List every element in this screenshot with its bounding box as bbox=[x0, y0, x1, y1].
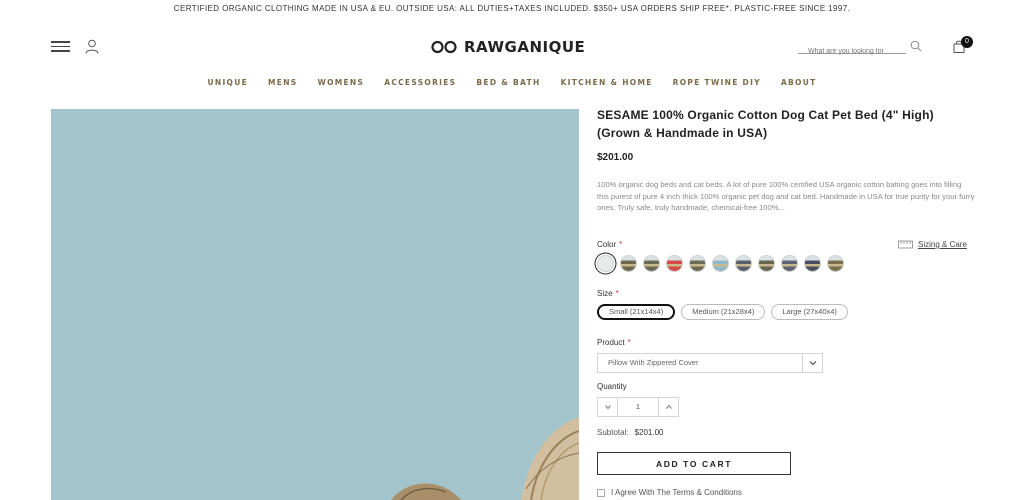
search-icon[interactable] bbox=[910, 40, 922, 52]
nav-item-womens[interactable]: WOMENS bbox=[318, 78, 365, 87]
nav-item-accessories[interactable]: ACCESSORIES bbox=[384, 78, 456, 87]
nav-item-kitchen-home[interactable]: KITCHEN & HOME bbox=[561, 78, 653, 87]
color-swatch[interactable] bbox=[781, 255, 798, 272]
cart-count-badge: 0 bbox=[961, 36, 973, 48]
chevron-up-icon bbox=[665, 404, 672, 409]
color-swatch[interactable] bbox=[689, 255, 706, 272]
size-option-large[interactable]: Large (27x40x4) bbox=[771, 304, 848, 320]
size-option-medium[interactable]: Medium (21x28x4) bbox=[681, 304, 766, 320]
color-label: Color * bbox=[597, 240, 622, 249]
chevron-down-icon bbox=[802, 354, 822, 372]
hamburger-menu-icon[interactable] bbox=[51, 41, 70, 52]
quantity-increase-button[interactable] bbox=[658, 398, 678, 416]
main-nav: UNIQUE MENS WOMENS ACCESSORIES BED & BAT… bbox=[0, 78, 1024, 87]
nav-item-mens[interactable]: MENS bbox=[268, 78, 297, 87]
site-logo[interactable]: RAWGANIQUE bbox=[430, 37, 585, 57]
color-swatch[interactable] bbox=[804, 255, 821, 272]
terms-agreement[interactable]: I Agree With The Terms & Conditions bbox=[597, 488, 742, 497]
product-label-text: Product bbox=[597, 338, 625, 347]
subtotal-label: Subtotal: bbox=[597, 428, 629, 437]
color-swatch[interactable] bbox=[597, 255, 614, 272]
product-description: 100% organic dog beds and cat beds. A lo… bbox=[597, 180, 975, 212]
nav-item-rope-twine-diy[interactable]: ROPE TWINE DIY bbox=[673, 78, 761, 87]
product-price: $201.00 bbox=[597, 152, 634, 163]
search-field[interactable] bbox=[798, 38, 906, 59]
product-select-value: Pillow With Zippered Cover bbox=[608, 358, 699, 367]
quantity-label: Quantity bbox=[597, 382, 627, 391]
size-label-text: Size bbox=[597, 289, 613, 298]
subtotal-value: $201.00 bbox=[634, 428, 664, 437]
color-swatch[interactable] bbox=[712, 255, 729, 272]
product-label: Product * bbox=[597, 338, 631, 347]
quantity-decrease-button[interactable] bbox=[598, 398, 618, 416]
ruler-icon bbox=[898, 240, 913, 249]
subtotal: Subtotal: $201.00 bbox=[597, 428, 664, 437]
color-swatch[interactable] bbox=[620, 255, 637, 272]
nav-item-bed-bath[interactable]: BED & BATH bbox=[476, 78, 540, 87]
color-swatch[interactable] bbox=[827, 255, 844, 272]
search-input[interactable] bbox=[798, 44, 906, 59]
chevron-down-icon bbox=[604, 405, 611, 410]
terms-text: I Agree With The Terms & Conditions bbox=[611, 488, 742, 497]
quantity-stepper: 1 bbox=[597, 397, 679, 417]
required-mark: * bbox=[627, 338, 631, 347]
sizing-care-text: Sizing & Care bbox=[918, 240, 967, 249]
color-swatch[interactable] bbox=[758, 255, 775, 272]
required-mark: * bbox=[615, 289, 619, 298]
quantity-value[interactable]: 1 bbox=[618, 398, 658, 416]
nav-item-about[interactable]: ABOUT bbox=[781, 78, 817, 87]
logo-text: RAWGANIQUE bbox=[464, 38, 586, 56]
size-label: Size * bbox=[597, 289, 619, 298]
color-swatch[interactable] bbox=[666, 255, 683, 272]
color-swatches bbox=[597, 255, 844, 272]
sizing-care-link[interactable]: Sizing & Care bbox=[898, 240, 967, 249]
add-to-cart-button[interactable]: ADD TO CART bbox=[597, 452, 791, 475]
color-label-text: Color bbox=[597, 240, 617, 249]
user-icon[interactable] bbox=[85, 39, 99, 54]
pet-bed-photo bbox=[51, 109, 579, 500]
required-mark: * bbox=[619, 240, 623, 249]
product-image[interactable] bbox=[51, 109, 579, 500]
infinity-logo-icon bbox=[431, 40, 457, 54]
announcement-bar: CERTIFIED ORGANIC CLOTHING MADE IN USA &… bbox=[173, 4, 851, 13]
product-select[interactable]: Pillow With Zippered Cover bbox=[597, 353, 823, 373]
terms-checkbox[interactable] bbox=[597, 488, 605, 497]
size-options: Small (21x14x4) Medium (21x28x4) Large (… bbox=[597, 304, 848, 320]
product-title: SESAME 100% Organic Cotton Dog Cat Pet B… bbox=[597, 108, 934, 140]
size-option-small[interactable]: Small (21x14x4) bbox=[597, 304, 676, 320]
color-swatch[interactable] bbox=[643, 255, 660, 272]
nav-item-unique[interactable]: UNIQUE bbox=[207, 78, 248, 87]
color-swatch[interactable] bbox=[735, 255, 752, 272]
